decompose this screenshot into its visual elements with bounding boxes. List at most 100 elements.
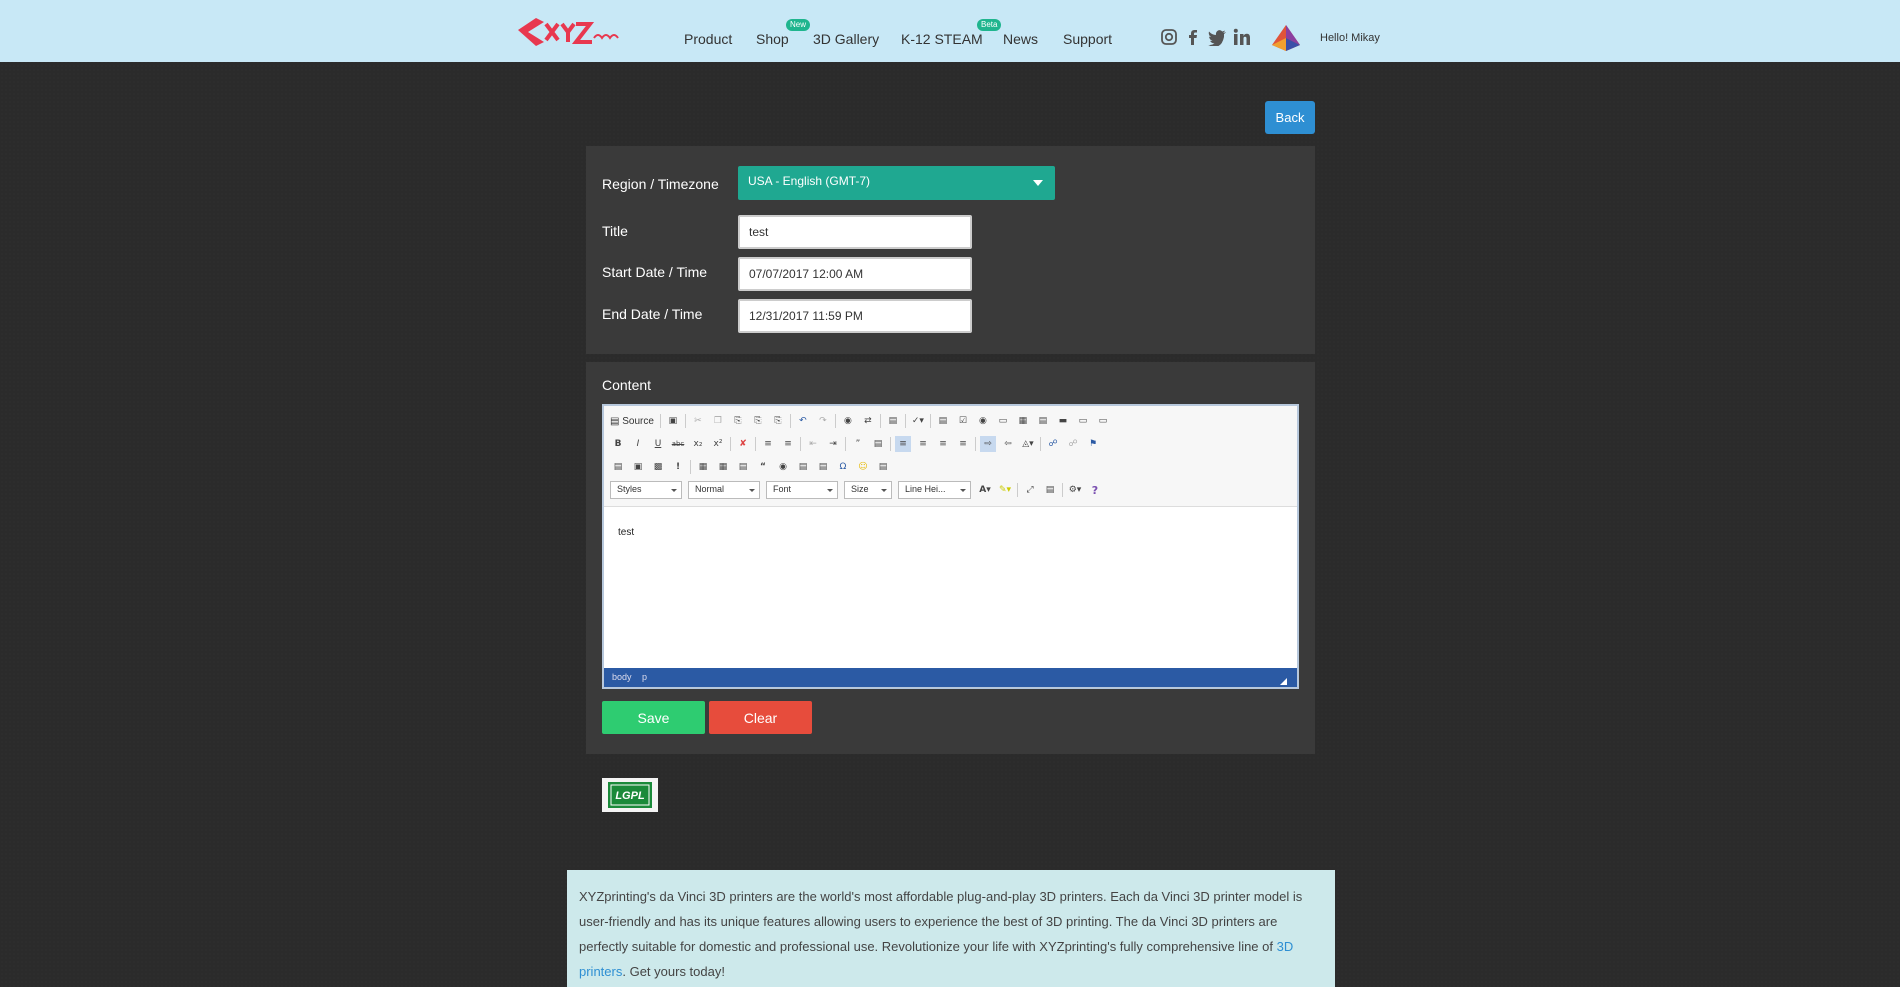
codesnippet-icon[interactable]: ◉ <box>775 459 791 475</box>
end-date-input[interactable] <box>738 299 972 333</box>
align-center-icon[interactable]: ≡ <box>915 436 931 452</box>
bg-color-icon[interactable]: ✎▾ <box>997 482 1013 498</box>
image-button-icon[interactable]: ▭ <box>1075 413 1091 429</box>
checkbox-icon[interactable]: ☑ <box>955 413 971 429</box>
preview-icon[interactable]: ▣ <box>665 413 681 429</box>
align-right-icon[interactable]: ≡ <box>935 436 951 452</box>
nav-shop[interactable]: Shop New <box>756 19 811 47</box>
radio-icon[interactable]: ◉ <box>975 413 991 429</box>
copy-icon[interactable]: ❐ <box>710 413 726 429</box>
hidden-field-icon[interactable]: ▭ <box>1095 413 1111 429</box>
flash-icon[interactable]: ▩ <box>650 459 666 475</box>
toolbar-separator <box>834 414 836 428</box>
resize-handle-icon[interactable] <box>1280 678 1287 685</box>
xyzprinting-logo[interactable] <box>514 12 626 52</box>
path-p[interactable]: p <box>642 672 647 682</box>
quote-icon[interactable]: “ <box>755 459 771 475</box>
outdent-icon[interactable]: ⇤ <box>805 436 821 452</box>
textarea-icon[interactable]: ▦ <box>1015 413 1031 429</box>
greeting-text[interactable]: Hello! Mikay <box>1320 32 1380 44</box>
cut-icon[interactable]: ✂ <box>690 413 706 429</box>
indent-icon[interactable]: ⇥ <box>825 436 841 452</box>
select-all-icon[interactable]: ▤ <box>885 413 901 429</box>
form-icon[interactable]: ▤ <box>935 413 951 429</box>
paste-text-icon[interactable]: ⎘ <box>750 413 766 429</box>
show-blocks-icon[interactable]: ▤ <box>1042 482 1058 498</box>
pagebreak-icon[interactable]: ▤ <box>815 459 831 475</box>
smiley-icon[interactable]: ☺ <box>855 459 871 475</box>
title-input[interactable] <box>738 215 972 249</box>
clear-button[interactable]: Clear <box>709 701 812 734</box>
text-rtl-icon[interactable]: ⇦ <box>1000 436 1016 452</box>
image-icon[interactable]: ▣ <box>630 459 646 475</box>
redo-icon[interactable]: ↷ <box>815 413 831 429</box>
editor-content-area[interactable]: test <box>604 506 1297 670</box>
italic-icon[interactable]: I <box>630 436 646 452</box>
div-container-icon[interactable]: ▤ <box>870 436 886 452</box>
textfield-icon[interactable]: ▭ <box>995 413 1011 429</box>
find-icon[interactable]: ◉ <box>840 413 856 429</box>
nav-product[interactable]: Product <box>684 31 732 47</box>
nav-k12-label[interactable]: K-12 STEAM <box>901 31 983 47</box>
table-cols-icon[interactable]: ▤ <box>735 459 751 475</box>
blockquote-icon[interactable]: ” <box>850 436 866 452</box>
underline-icon[interactable]: U <box>650 436 666 452</box>
font-combo[interactable]: Font <box>766 481 838 499</box>
justify-icon[interactable]: ≡ <box>955 436 971 452</box>
bulleted-list-icon[interactable]: ≡ <box>780 436 796 452</box>
styles-combo[interactable]: Styles <box>610 481 682 499</box>
line-height-combo[interactable]: Line Hei... <box>898 481 971 499</box>
gear-icon[interactable]: ⚙▾ <box>1067 482 1083 498</box>
table-rows-icon[interactable]: ▦ <box>715 459 731 475</box>
region-timezone-select[interactable]: USA - English (GMT-7) <box>738 166 1055 200</box>
nav-news[interactable]: News <box>1003 31 1038 47</box>
spellcheck-icon[interactable]: ✓▾ <box>910 413 926 429</box>
button-field-icon[interactable]: ▬ <box>1055 413 1071 429</box>
template-icon[interactable]: ▤ <box>610 459 626 475</box>
linkedin-icon[interactable] <box>1233 28 1251 46</box>
paste-word-icon[interactable]: ⎘ <box>770 413 786 429</box>
start-date-input[interactable] <box>738 257 972 291</box>
rich-text-editor: ▤ Source ▣ ✂ ❐ ⎘ ⎘ ⎘ ↶ ↷ ◉ ⇄ ▤ ✓▾ ▤ ☑ ◉ … <box>602 404 1299 689</box>
strikethrough-icon[interactable]: abc <box>670 436 686 452</box>
path-body[interactable]: body <box>612 672 632 682</box>
nav-k12-steam[interactable]: K-12 STEAM Beta <box>901 19 1002 47</box>
source-button[interactable]: ▤ Source <box>610 416 654 427</box>
language-icon[interactable]: ◬▾ <box>1020 436 1036 452</box>
select-field-icon[interactable]: ▤ <box>1035 413 1051 429</box>
unlink-icon[interactable]: ☍ <box>1065 436 1081 452</box>
link-icon[interactable]: ☍ <box>1045 436 1061 452</box>
facebook-icon[interactable] <box>1184 28 1202 46</box>
back-button[interactable]: Back <box>1265 101 1315 134</box>
nav-shop-label[interactable]: Shop <box>756 31 789 47</box>
remove-format-icon[interactable]: ✘ <box>735 436 751 452</box>
text-ltr-icon[interactable]: ⇨ <box>980 436 996 452</box>
anchor-icon[interactable]: ⚑ <box>1085 436 1101 452</box>
text-color-icon[interactable]: A▾ <box>977 482 993 498</box>
superscript-icon[interactable]: x² <box>710 436 726 452</box>
page-break-icon[interactable]: ▤ <box>875 459 891 475</box>
help-icon[interactable]: ? <box>1087 482 1103 498</box>
subscript-icon[interactable]: x₂ <box>690 436 706 452</box>
replace-icon[interactable]: ⇄ <box>860 413 876 429</box>
bold-icon[interactable]: B <box>610 436 626 452</box>
align-left-icon[interactable]: ≡ <box>895 436 911 452</box>
instagram-icon[interactable] <box>1160 28 1178 46</box>
size-combo[interactable]: Size <box>844 481 892 499</box>
lgpl-badge[interactable]: LGPL <box>602 778 658 812</box>
maximize-icon[interactable]: ⤢ <box>1022 482 1038 498</box>
special-char-icon[interactable]: Ω <box>835 459 851 475</box>
format-combo[interactable]: Normal <box>688 481 760 499</box>
user-avatar[interactable] <box>1270 23 1302 53</box>
nav-support[interactable]: Support <box>1063 31 1112 47</box>
nav-3d-gallery[interactable]: 3D Gallery <box>813 31 879 47</box>
iframe-icon[interactable]: ! <box>670 459 686 475</box>
paste-icon[interactable]: ⎘ <box>730 413 746 429</box>
toolbar-row-2: B I U abc x₂ x² ✘ ≡ ≡ ⇤ ⇥ ” ▤ ≡ ≡ ≡ ≡ ⇨ … <box>610 435 1105 453</box>
twitter-icon[interactable] <box>1207 28 1227 46</box>
save-button[interactable]: Save <box>602 701 705 734</box>
undo-icon[interactable]: ↶ <box>795 413 811 429</box>
horizontal-rule-icon[interactable]: ▤ <box>795 459 811 475</box>
numbered-list-icon[interactable]: ≡ <box>760 436 776 452</box>
table-icon[interactable]: ▦ <box>695 459 711 475</box>
